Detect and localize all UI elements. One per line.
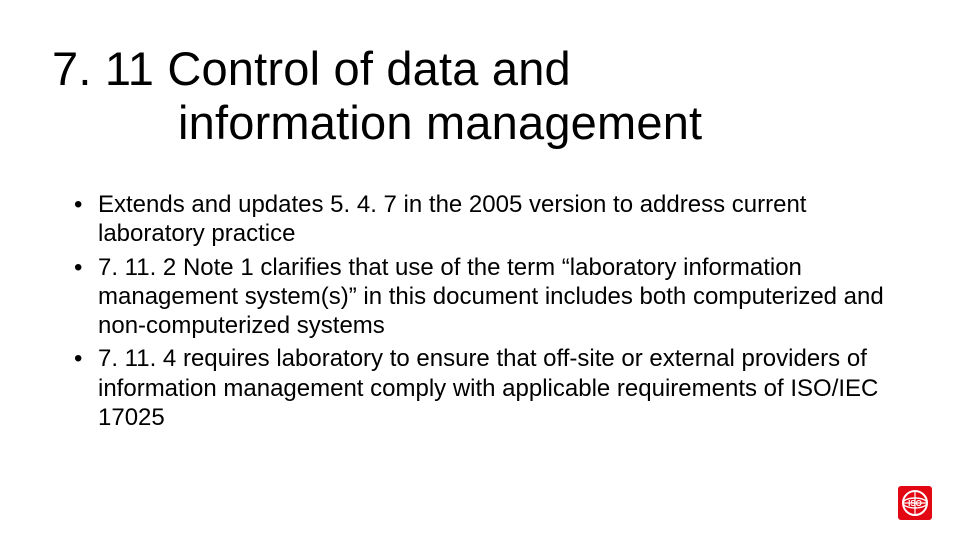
bullet-text: Extends and updates 5. 4. 7 in the 2005 … [98, 191, 806, 247]
heading-title-line1: Control of data and [167, 42, 571, 95]
bullet-text: 7. 11. 4 requires laboratory to ensure t… [98, 345, 878, 431]
heading-title-line2: information management [52, 96, 912, 150]
bullet-item: 7. 11. 4 requires laboratory to ensure t… [70, 344, 900, 432]
iso-logo-text: ISO [908, 499, 922, 508]
bullet-text: 7. 11. 2 Note 1 clarifies that use of th… [98, 254, 884, 340]
slide-heading: 7. 11 Control of data and information ma… [52, 42, 912, 150]
heading-number: 7. 11 [52, 42, 154, 96]
slide: 7. 11 Control of data and information ma… [0, 0, 960, 540]
bullet-item: Extends and updates 5. 4. 7 in the 2005 … [70, 190, 900, 249]
iso-logo-icon: ISO [898, 486, 932, 520]
bullet-list: Extends and updates 5. 4. 7 in the 2005 … [70, 190, 900, 436]
bullet-item: 7. 11. 2 Note 1 clarifies that use of th… [70, 253, 900, 341]
